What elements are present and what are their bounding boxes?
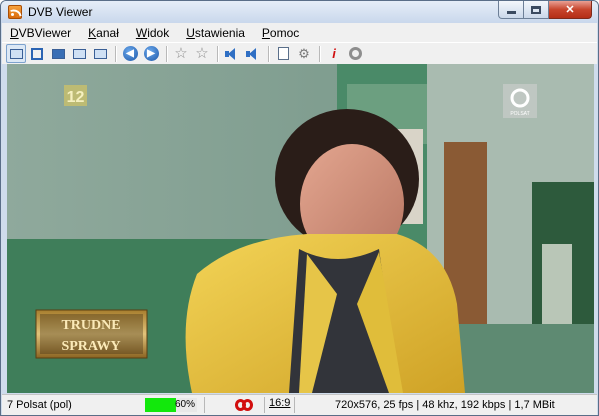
show-title-line1: TRUDNE (61, 318, 120, 333)
teletext-icon (72, 48, 86, 59)
recordings-icon (277, 47, 289, 60)
volume-down-icon (225, 47, 239, 60)
menu-ustawienia[interactable]: Ustawienia (183, 26, 252, 40)
status-divider (204, 397, 205, 413)
epg-icon (93, 48, 107, 59)
record-icon (348, 47, 362, 60)
signal-strength-bar: 60% (145, 398, 197, 412)
add-favorite-icon: ☆ (195, 45, 209, 62)
menu-pomoc[interactable]: Pomoc (259, 26, 306, 40)
window-title: DVB Viewer (28, 5, 93, 19)
toolbar-separator (166, 45, 167, 62)
forward-button[interactable]: ▶ (141, 44, 161, 63)
status-divider (264, 397, 265, 413)
status-divider (294, 397, 295, 413)
menu-kanal[interactable]: Kanał (85, 26, 126, 40)
recordings-button[interactable] (273, 44, 293, 63)
close-button[interactable]: ✕ (549, 1, 592, 19)
minimize-icon (506, 11, 516, 14)
epg-button[interactable] (90, 44, 110, 63)
stream-info: 720x576, 25 fps | 48 khz, 192 kbps | 1,7… (335, 399, 555, 411)
signal-strength-text: 60% (174, 399, 195, 410)
toolbar-separator (115, 45, 116, 62)
window-mode-icon (9, 48, 23, 59)
station-logo-text: POLSAT (510, 111, 529, 117)
add-favorite-button[interactable]: ☆ (192, 44, 212, 63)
volume-up-button[interactable] (243, 44, 263, 63)
video-area[interactable]: 12 POLSAT TRUDNE SPRAWY (7, 64, 594, 393)
settings-button[interactable]: ⚙ (294, 44, 314, 63)
osd-icon (51, 48, 65, 59)
info-button[interactable]: i (324, 44, 344, 63)
record-status-icon[interactable] (235, 399, 254, 411)
toolbar: ◀ ▶ ☆ ☆ ⚙ i (2, 42, 597, 64)
info-icon: i (332, 46, 336, 61)
close-icon: ✕ (565, 4, 575, 16)
back-icon: ◀ (122, 46, 138, 61)
window-mode-button[interactable] (6, 44, 26, 63)
menu-dvbviewer[interactable]: DVBViewer (7, 26, 78, 40)
favorite-icon: ☆ (174, 45, 188, 62)
volume-down-button[interactable] (222, 44, 242, 63)
toolbar-separator (217, 45, 218, 62)
menu-bar: DVBViewer Kanał Widok Ustawienia Pomoc (2, 23, 597, 42)
aspect-ratio[interactable]: 16:9 (269, 397, 290, 409)
teletext-button[interactable] (69, 44, 89, 63)
fullscreen-button[interactable] (27, 44, 47, 63)
window-controls: ✕ (498, 1, 592, 19)
app-window: DVB Viewer ✕ DVBViewer Kanał Widok Ustaw… (0, 0, 599, 416)
maximize-button[interactable] (524, 1, 549, 19)
title-bar[interactable]: DVB Viewer ✕ (1, 1, 598, 23)
status-bar: 7 Polsat (pol) 60% 16:9 720x576, 25 fps … (2, 394, 597, 415)
video-frame: 12 POLSAT TRUDNE SPRAWY (7, 64, 594, 393)
forward-icon: ▶ (143, 46, 159, 61)
channel-name: 7 Polsat (pol) (7, 399, 72, 411)
settings-icon: ⚙ (298, 45, 310, 61)
volume-up-icon (246, 47, 260, 60)
app-icon[interactable] (8, 5, 22, 19)
favorite-button[interactable]: ☆ (171, 44, 191, 63)
age-rating-text: 12 (67, 89, 85, 106)
fullscreen-icon (31, 47, 43, 60)
osd-button[interactable] (48, 44, 68, 63)
back-button[interactable]: ◀ (120, 44, 140, 63)
toolbar-separator (319, 45, 320, 62)
show-title-line2: SPRAWY (61, 339, 120, 354)
menu-widok[interactable]: Widok (133, 26, 176, 40)
minimize-button[interactable] (498, 1, 524, 19)
toolbar-separator (268, 45, 269, 62)
maximize-icon (531, 5, 541, 14)
record-button[interactable] (345, 44, 365, 63)
